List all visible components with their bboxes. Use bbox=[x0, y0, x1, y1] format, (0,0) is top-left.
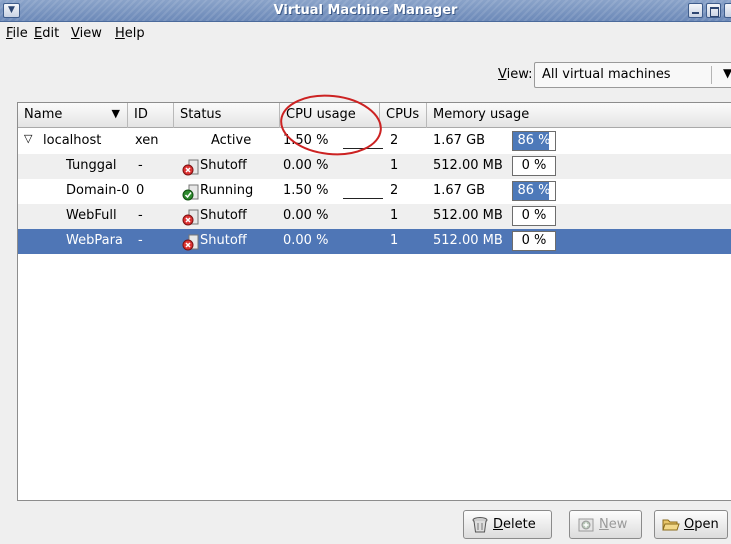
vm-cpus: 2 bbox=[390, 133, 399, 148]
menu-edit[interactable]: Edit bbox=[34, 26, 59, 41]
memory-usage-bar: 86 % bbox=[512, 181, 556, 201]
running-icon bbox=[182, 184, 199, 201]
column-header-id[interactable]: ID bbox=[128, 103, 174, 128]
table-row[interactable]: WebFull - Shutoff 0.00 % 1 512.00 MB 0 % bbox=[18, 204, 731, 229]
memory-usage-bar: 0 % bbox=[512, 231, 556, 251]
view-filter-value: All virtual machines bbox=[542, 67, 671, 82]
cpu-sparkline bbox=[343, 148, 383, 149]
expander-open-icon[interactable]: ▽ bbox=[24, 132, 32, 145]
table-row-selected[interactable]: WebPara - Shutoff 0.00 % 1 512.00 MB 0 % bbox=[18, 229, 731, 254]
shutoff-icon bbox=[182, 234, 199, 251]
vm-memory: 512.00 MB bbox=[433, 208, 503, 223]
menu-view[interactable]: View bbox=[71, 26, 102, 41]
vm-cpus: 1 bbox=[390, 158, 399, 173]
column-header-name[interactable]: Name ▼ bbox=[18, 103, 128, 128]
delete-button[interactable]: Delete bbox=[463, 510, 552, 539]
vm-memory: 512.00 MB bbox=[433, 158, 503, 173]
maximize-icon[interactable] bbox=[706, 3, 721, 18]
vm-cpu-usage: 0.00 % bbox=[283, 208, 329, 223]
vm-id: xen bbox=[135, 133, 159, 148]
vm-name: WebFull bbox=[66, 208, 117, 223]
vm-cpus: 1 bbox=[390, 208, 399, 223]
column-header-memory-usage[interactable]: Memory usage bbox=[427, 103, 731, 128]
new-vm-icon bbox=[578, 518, 594, 532]
vm-status: Active bbox=[211, 133, 252, 148]
folder-open-icon bbox=[662, 519, 680, 531]
memory-usage-bar: 0 % bbox=[512, 156, 556, 176]
vmm-window: ▼ Virtual Machine Manager File Edit View… bbox=[0, 0, 731, 544]
vm-list-table[interactable]: Name ▼ ID Status CPU usage CPUs Memory us… bbox=[17, 102, 731, 501]
table-row[interactable]: Domain-0 0 Running 1.50 % 2 1.67 GB 86 % bbox=[18, 179, 731, 204]
vm-memory: 512.00 MB bbox=[433, 233, 503, 248]
vm-status: Shutoff bbox=[200, 233, 247, 248]
minimize-icon[interactable] bbox=[688, 3, 703, 18]
column-header-status[interactable]: Status bbox=[174, 103, 280, 128]
new-button[interactable]: New bbox=[569, 510, 642, 539]
window-title: Virtual Machine Manager bbox=[273, 3, 458, 18]
vm-cpus: 2 bbox=[390, 183, 399, 198]
vm-cpu-usage: 1.50 % bbox=[283, 133, 329, 148]
combo-separator bbox=[711, 66, 712, 84]
vm-cpu-usage: 0.00 % bbox=[283, 158, 329, 173]
view-filter-row: View: All virtual machines ▼ bbox=[0, 62, 731, 90]
vm-name: WebPara bbox=[66, 233, 123, 248]
menu-file[interactable]: File bbox=[6, 26, 28, 41]
memory-usage-bar: 0 % bbox=[512, 206, 556, 226]
vm-id: 0 bbox=[136, 183, 145, 198]
vm-memory: 1.67 GB bbox=[433, 183, 486, 198]
menu-help[interactable]: Help bbox=[115, 26, 145, 41]
title-bar[interactable]: ▼ Virtual Machine Manager bbox=[0, 0, 731, 22]
close-icon[interactable] bbox=[724, 3, 731, 18]
cpu-sparkline bbox=[343, 198, 383, 199]
vm-status: Shutoff bbox=[200, 158, 247, 173]
menu-bar: File Edit View Help bbox=[0, 24, 731, 44]
shutoff-icon bbox=[182, 209, 199, 226]
sort-arrow-icon: ▼ bbox=[111, 107, 120, 120]
vm-id: - bbox=[138, 233, 143, 248]
vm-memory: 1.67 GB bbox=[433, 133, 486, 148]
table-header: Name ▼ ID Status CPU usage CPUs Memory us… bbox=[18, 103, 731, 128]
vm-id: - bbox=[138, 158, 143, 173]
chevron-down-icon: ▼ bbox=[723, 66, 731, 80]
table-row[interactable]: ▽ localhost xen Active 1.50 % 2 1.67 GB … bbox=[18, 129, 731, 154]
view-label: View: bbox=[498, 67, 533, 82]
vm-cpu-usage: 0.00 % bbox=[283, 233, 329, 248]
vm-cpus: 1 bbox=[390, 233, 399, 248]
column-header-cpu-usage[interactable]: CPU usage bbox=[280, 103, 380, 128]
vm-status: Running bbox=[200, 183, 254, 198]
vm-name: Domain-0 bbox=[66, 183, 130, 198]
open-button[interactable]: Open bbox=[654, 510, 728, 539]
vm-cpu-usage: 1.50 % bbox=[283, 183, 329, 198]
shutoff-icon bbox=[182, 159, 199, 176]
vm-name: localhost bbox=[43, 133, 102, 148]
vm-id: - bbox=[138, 208, 143, 223]
table-row[interactable]: Tunggal - Shutoff 0.00 % 1 512.00 MB 0 % bbox=[18, 154, 731, 179]
vm-name: Tunggal bbox=[66, 158, 117, 173]
column-header-cpus[interactable]: CPUs bbox=[380, 103, 427, 128]
view-filter-select[interactable]: All virtual machines ▼ bbox=[534, 62, 731, 88]
vm-status: Shutoff bbox=[200, 208, 247, 223]
memory-usage-bar: 86 % bbox=[512, 131, 556, 151]
trash-icon bbox=[472, 517, 488, 533]
